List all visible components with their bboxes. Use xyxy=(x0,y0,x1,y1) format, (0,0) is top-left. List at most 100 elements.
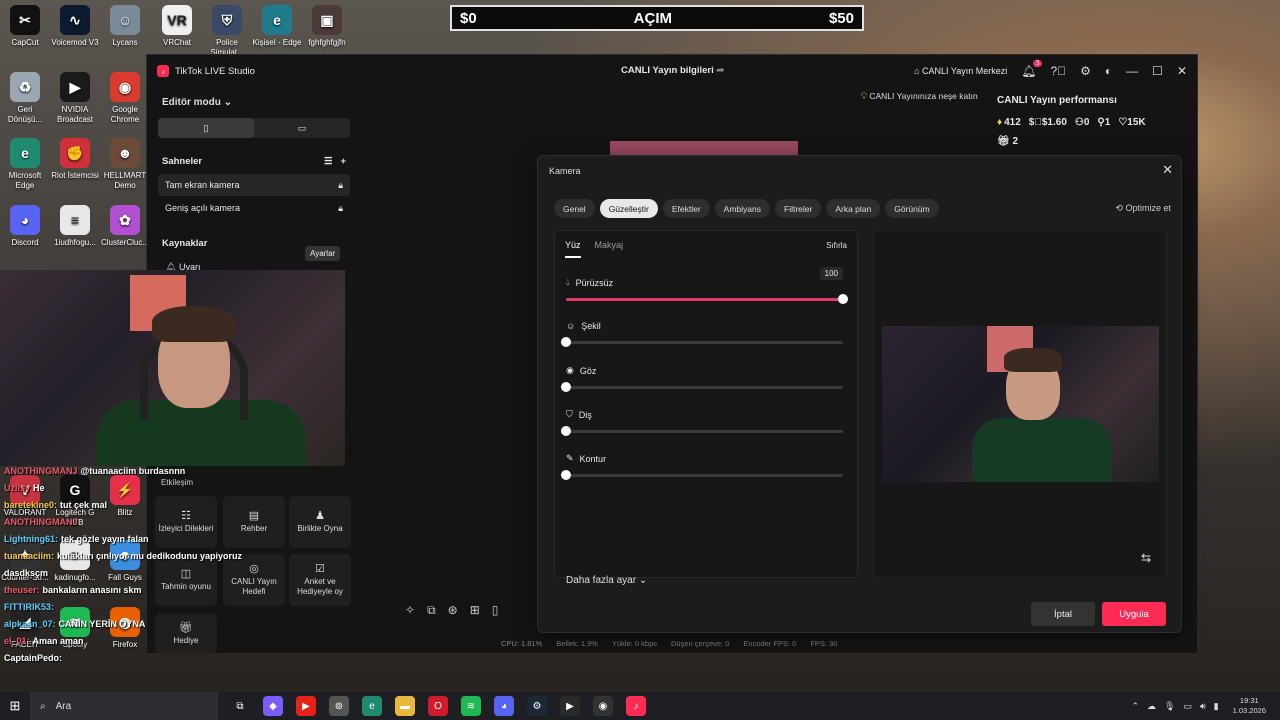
desktop-shortcut[interactable]: ☺ Lycans xyxy=(100,5,150,48)
earnings-value: $1.60 xyxy=(1041,117,1067,128)
effects-icon[interactable]: ⊛ xyxy=(448,603,458,618)
dialog-close-icon[interactable]: ✕ xyxy=(1162,162,1173,178)
live-info-button[interactable]: CANLI Yayın bilgileri ➦ xyxy=(621,65,724,76)
list-icon[interactable]: ☰ xyxy=(324,156,333,167)
battery-icon[interactable]: ▮ xyxy=(1214,701,1219,712)
desktop-shortcut[interactable]: ▣ fghfghfgjfn xyxy=(302,5,352,48)
desktop-shortcut[interactable]: ∿ Voicemod V3 xyxy=(50,5,100,48)
chevron-up-icon[interactable]: ⌃ xyxy=(1132,701,1140,712)
desktop-shortcut[interactable]: VR VRChat xyxy=(152,5,202,48)
copilot-icon[interactable]: ◆ xyxy=(263,696,283,716)
scene-item[interactable]: Tam ekran kamera 🔒︎ xyxy=(158,174,350,196)
text-file-icon: ≡ xyxy=(60,205,90,235)
title-bar: ♪ TikTok LIVE Studio CANLI Yayın bilgile… xyxy=(147,55,1197,87)
cancel-button[interactable]: İptal xyxy=(1031,602,1095,626)
opera-icon[interactable]: O xyxy=(428,696,448,716)
volume-icon[interactable]: 🔊︎ xyxy=(1200,701,1206,712)
reset-button[interactable]: Sıfırla xyxy=(826,241,847,250)
slider-handle[interactable] xyxy=(561,426,571,436)
capture-icon[interactable]: ⧉ xyxy=(427,603,436,618)
file-explorer-icon[interactable]: ▬ xyxy=(395,696,415,716)
obs-icon[interactable]: ◉ xyxy=(593,696,613,716)
desktop-shortcut[interactable]: ≡ 1iudhfogu... xyxy=(50,205,100,248)
youtube-icon[interactable]: ▶ xyxy=(296,696,316,716)
minimize-button[interactable]: — xyxy=(1126,64,1138,78)
screen-icon[interactable]: ⊞ xyxy=(470,603,480,618)
tab-2[interactable]: Efektler xyxy=(662,199,710,218)
desktop-shortcut[interactable]: ⛨ Police Simulat... xyxy=(202,5,252,58)
clock[interactable]: 19:31 1.03.2026 xyxy=(1233,696,1266,716)
steam-icon[interactable]: ⚙ xyxy=(527,696,547,716)
slider-track[interactable] xyxy=(561,382,843,392)
promo-notice[interactable]: 💡︎ CANLI Yayınınıza neşe katın xyxy=(861,91,978,102)
tab-1[interactable]: Güzelleştir xyxy=(599,199,658,218)
slider-handle[interactable] xyxy=(838,294,848,304)
slider-handle[interactable] xyxy=(561,337,571,347)
close-window-button[interactable]: ✕ xyxy=(1177,64,1187,78)
desktop-shortcut[interactable]: ♻ Geri Dönüşü... xyxy=(0,72,50,125)
task-view-icon[interactable]: ⧉ xyxy=(230,696,250,716)
desktop-shortcut[interactable]: ✂ CapCut xyxy=(0,5,50,48)
slider-fill xyxy=(566,298,843,301)
desktop-shortcut[interactable]: ✊ Riot İstemcisi xyxy=(50,138,100,181)
desktop-shortcut[interactable]: ✿ ClusterCluc... xyxy=(100,205,150,248)
slider-track[interactable] xyxy=(561,470,843,480)
tab-5[interactable]: Arka plan xyxy=(826,199,881,218)
desktop-shortcut[interactable]: ◕ Discord xyxy=(0,205,50,248)
help-icon[interactable]: ?⃝ xyxy=(1050,64,1066,78)
desktop-shortcut[interactable]: ▶ NVIDIA Broadcast xyxy=(50,72,100,125)
optimize-button[interactable]: ⟲ Optimize et xyxy=(1115,203,1171,214)
slider-handle[interactable] xyxy=(561,470,571,480)
maximize-button[interactable]: ☐ xyxy=(1152,64,1163,78)
network-icon[interactable]: ▭ xyxy=(1183,701,1192,712)
windows-start-icon[interactable]: ⊞ xyxy=(0,698,30,714)
cloud-icon[interactable]: ☁ xyxy=(1147,701,1156,712)
spotify-icon[interactable]: ≋ xyxy=(461,696,481,716)
app-icon[interactable]: ⊚ xyxy=(329,696,349,716)
desktop-shortcut[interactable]: ◉ Google Chrome xyxy=(100,72,150,125)
tab-0[interactable]: Genel xyxy=(554,199,595,218)
taskbar-search[interactable]: ⌕ Ara xyxy=(30,692,218,720)
chat-username: baretekine0: xyxy=(4,500,58,510)
avatar[interactable]: ◐ xyxy=(1105,64,1112,78)
phone-icon[interactable]: ▯ xyxy=(492,603,499,618)
scene-item[interactable]: Geniş açılı kamera 🔒︎ xyxy=(158,197,350,219)
notification-button[interactable]: 🔔︎ 3 xyxy=(1021,60,1043,78)
live-center-button[interactable]: ⌂ CANLI Yayın Merkezi xyxy=(914,66,1007,76)
add-scene-icon[interactable]: + xyxy=(340,156,346,167)
desktop-shortcut[interactable]: e Microsoft Edge xyxy=(0,138,50,191)
apply-button[interactable]: Uygula xyxy=(1102,602,1166,626)
interaction-tile[interactable]: ♟ Birlikte Oyna xyxy=(289,496,351,548)
mirror-icon[interactable]: ⇆ xyxy=(1141,551,1151,565)
desktop-shortcut[interactable]: e Kişisel - Edge xyxy=(252,5,302,48)
tiktok-live-icon[interactable]: ♪ xyxy=(626,696,646,716)
lock-icon[interactable]: 🔒︎ xyxy=(338,203,343,214)
slider-track[interactable] xyxy=(566,294,848,304)
nvidia-icon[interactable]: ▶ xyxy=(560,696,580,716)
settings-gear-icon[interactable]: ⚙ xyxy=(1080,64,1091,78)
tab-3[interactable]: Ambiyans xyxy=(714,199,770,218)
tab-4[interactable]: Filtreler xyxy=(775,199,822,218)
beautify-settings-panel: Yüz Makyaj Sıfırla 💧︎ Pürüzsüz 100 ☺ Şekil ◉ G… xyxy=(554,230,858,586)
magic-wand-icon[interactable]: ✧ xyxy=(405,603,415,618)
slider-handle[interactable] xyxy=(561,382,571,392)
interaction-tile[interactable]: ☑ Anket ve Hediyeyle oy xyxy=(289,554,351,606)
likes-value: 15K xyxy=(1127,117,1146,128)
slider-label: Göz xyxy=(579,365,597,376)
desktop-shortcut[interactable]: ☻ HELLMART Demo xyxy=(100,138,150,191)
edge-icon[interactable]: e xyxy=(362,696,382,716)
slider-track[interactable] xyxy=(561,337,843,347)
more-settings-button[interactable]: Daha fazla ayar ⌄ xyxy=(566,575,647,586)
subtab-face[interactable]: Yüz xyxy=(565,240,581,258)
hellmart-icon: ☻ xyxy=(110,138,140,168)
live-info-label: CANLI Yayın bilgileri xyxy=(621,65,714,76)
editor-mode-dropdown[interactable]: Editör modu ⌄ xyxy=(155,87,353,118)
mic-icon[interactable]: 🎙︎ xyxy=(1164,701,1175,712)
landscape-orientation-button[interactable]: ▭ xyxy=(254,118,350,138)
subtab-makeup[interactable]: Makyaj xyxy=(595,240,624,258)
slider-track[interactable] xyxy=(561,426,843,436)
tab-6[interactable]: Görünüm xyxy=(885,199,939,218)
portrait-orientation-button[interactable]: ▯ xyxy=(158,118,254,138)
lock-icon[interactable]: 🔒︎ xyxy=(338,180,343,191)
discord-icon[interactable]: ◕ xyxy=(494,696,514,716)
